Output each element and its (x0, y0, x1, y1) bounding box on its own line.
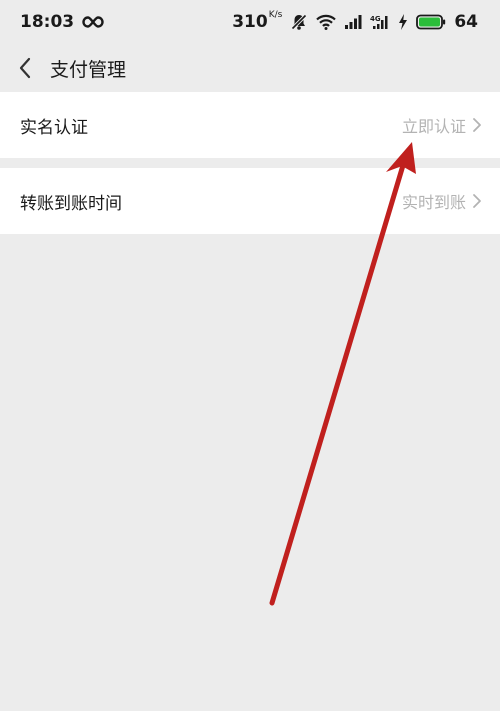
network-speed: 310 K/s (232, 10, 283, 32)
signal-icon (344, 14, 362, 30)
settings-item-value-group: 实时到账 (402, 189, 482, 213)
settings-item-value: 实时到账 (401, 193, 466, 212)
network-speed-unit: K/s (268, 10, 283, 20)
chevron-right-icon (473, 118, 481, 132)
charging-icon (398, 14, 408, 30)
settings-item-label: 实名认证 (20, 117, 88, 138)
status-time: 18:03 (20, 12, 75, 32)
svg-text:4G: 4G (370, 15, 381, 23)
settings-item-real-name-auth[interactable]: 实名认证 立即认证 (0, 92, 500, 158)
battery-icon (416, 14, 446, 30)
header: 支付管理 (0, 44, 500, 92)
chevron-right-icon (473, 194, 481, 208)
page-title: 支付管理 (50, 58, 127, 81)
chevron-left-icon (19, 57, 31, 79)
status-bar-right: 310 K/s 4G 64 (232, 10, 478, 32)
settings-item-transfer-arrival-time[interactable]: 转账到账时间 实时到账 (0, 168, 500, 234)
signal-4g-icon: 4G (370, 14, 390, 30)
infinity-icon (82, 16, 104, 28)
mute-icon (290, 13, 308, 31)
back-button[interactable] (14, 57, 36, 79)
settings-item-value-group: 立即认证 (402, 113, 482, 137)
settings-item-value: 立即认证 (401, 117, 466, 136)
wifi-icon (316, 14, 337, 30)
settings-item-label: 转账到账时间 (20, 193, 122, 214)
battery-level: 64 (454, 12, 478, 32)
status-bar: 18:03 310 K/s 4G 64 (0, 0, 500, 44)
network-speed-value: 310 (232, 12, 268, 32)
status-bar-left: 18:03 (20, 12, 104, 32)
